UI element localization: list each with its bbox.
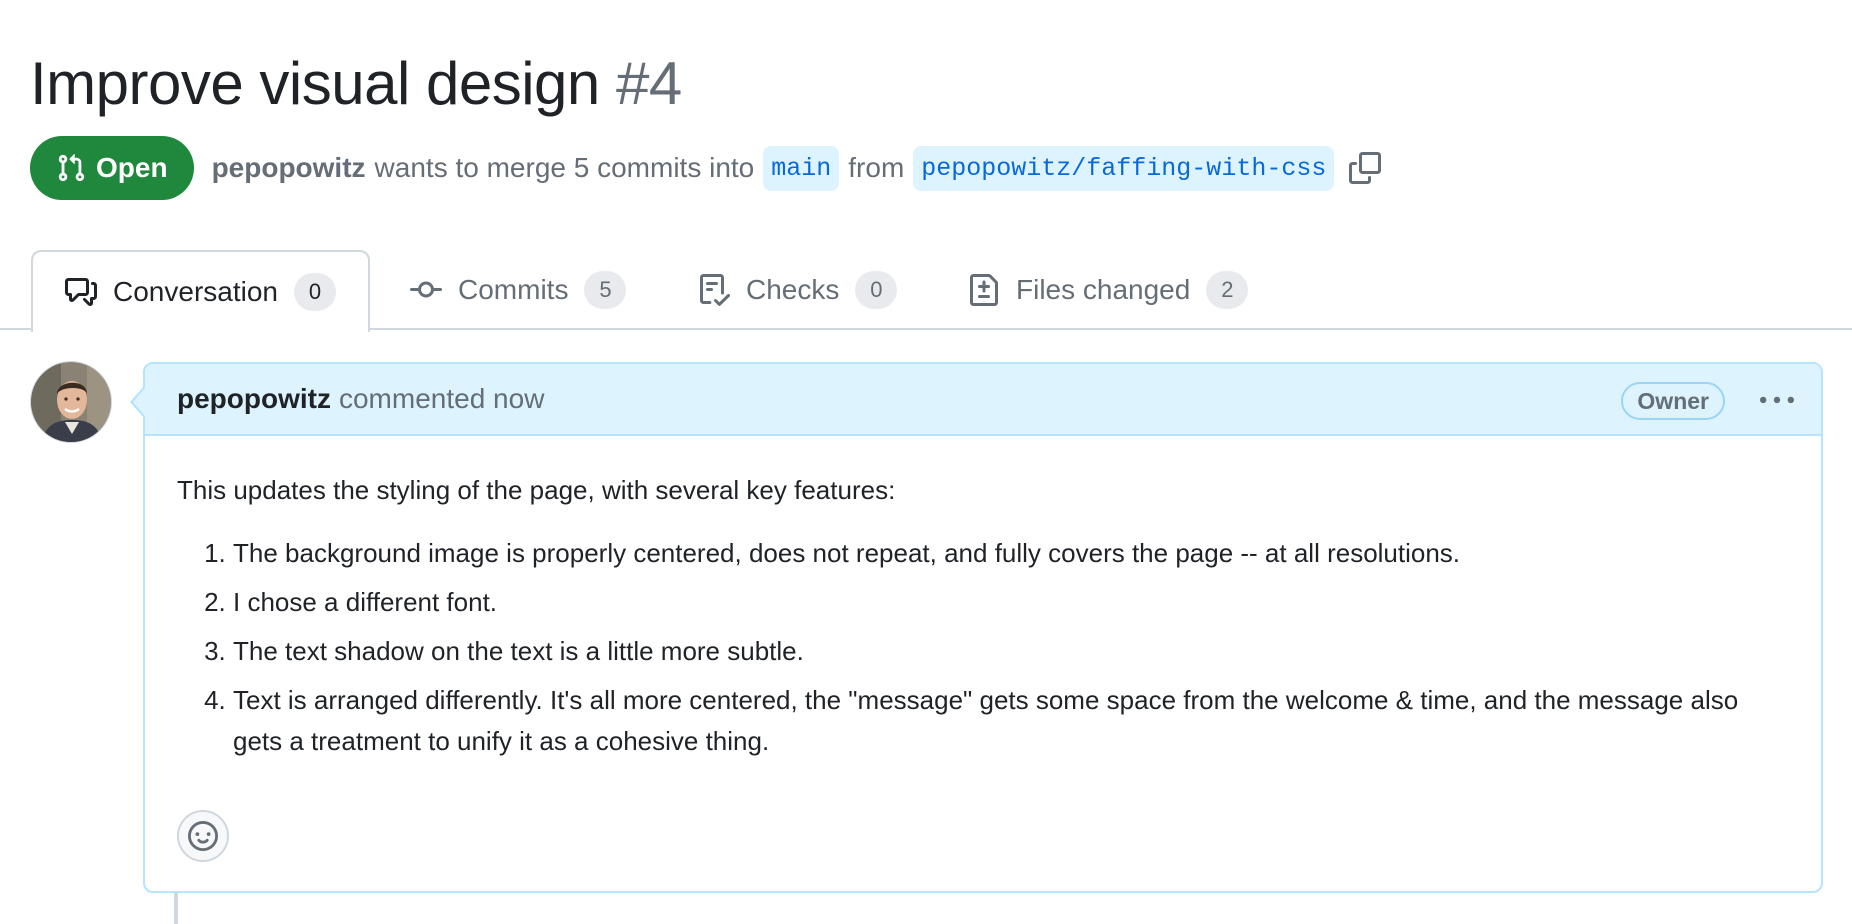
pr-author-link[interactable]: pepopowitz (212, 152, 366, 184)
tab-checks[interactable]: Checks 0 (666, 250, 929, 330)
pr-state-row: Open pepopowitz wants to merge 5 commits… (30, 136, 1383, 200)
tab-conversation[interactable]: Conversation 0 (31, 250, 370, 332)
timeline-line (174, 893, 178, 924)
git-pull-request-icon (58, 154, 85, 182)
comment-body: This updates the styling of the page, wi… (145, 436, 1821, 762)
tab-files-changed-label: Files changed (1016, 274, 1191, 305)
feature-list: The background image is properly centere… (177, 533, 1789, 762)
pr-merge-text: wants to merge 5 commits into (374, 152, 755, 183)
comment-header: pepopowitz commented now Owner (145, 364, 1821, 436)
comment-discussion-icon (65, 278, 97, 306)
pr-title: Improve visual design #4 (30, 44, 682, 124)
kebab-horizontal-icon[interactable] (1755, 382, 1799, 420)
tab-commits-count: 5 (584, 271, 627, 309)
head-branch[interactable]: pepopowitz/faffing-with-css (913, 145, 1335, 191)
pr-from-text: from (848, 152, 905, 183)
tab-files-changed-count: 2 (1206, 271, 1249, 309)
tab-conversation-count: 0 (293, 273, 336, 311)
avatar[interactable] (30, 361, 112, 443)
owner-badge: Owner (1621, 382, 1725, 420)
tab-commits-label: Commits (458, 274, 569, 305)
copy-icon[interactable] (1349, 151, 1383, 185)
tab-commits[interactable]: Commits 5 (378, 250, 658, 330)
list-item: I chose a different font. (233, 582, 1789, 623)
pr-number: #4 (615, 50, 682, 117)
pr-meta: pepopowitz wants to merge 5 commits into… (212, 145, 1384, 191)
checklist-icon (700, 274, 730, 306)
smiley-icon (188, 821, 218, 851)
list-item: Text is arranged differently. It's all m… (233, 680, 1789, 762)
comment-timestamp[interactable]: commented now (339, 383, 544, 415)
list-item: The background image is properly centere… (233, 533, 1789, 574)
comment-intro: This updates the styling of the page, wi… (177, 475, 896, 505)
git-commit-icon (410, 281, 442, 298)
add-reaction-button[interactable] (177, 810, 229, 862)
pr-state-badge: Open (30, 136, 194, 200)
pr-title-text: Improve visual design (30, 50, 600, 117)
pr-state-label: Open (96, 152, 168, 183)
tab-files-changed[interactable]: Files changed 2 (936, 250, 1280, 330)
tab-checks-label: Checks (746, 274, 840, 305)
tab-conversation-label: Conversation (113, 276, 278, 307)
tab-checks-count: 0 (855, 271, 898, 309)
pr-description-comment: pepopowitz commented now Owner This upda… (143, 362, 1823, 893)
comment-arrow-inner (133, 388, 145, 416)
list-item: The text shadow on the text is a little … (233, 631, 1789, 672)
comment-author[interactable]: pepopowitz (177, 383, 331, 415)
base-branch[interactable]: main (763, 145, 840, 191)
pr-tabs: Conversation 0 Commits 5 Checks 0 Files … (0, 250, 1852, 332)
file-diff-icon (970, 274, 998, 306)
